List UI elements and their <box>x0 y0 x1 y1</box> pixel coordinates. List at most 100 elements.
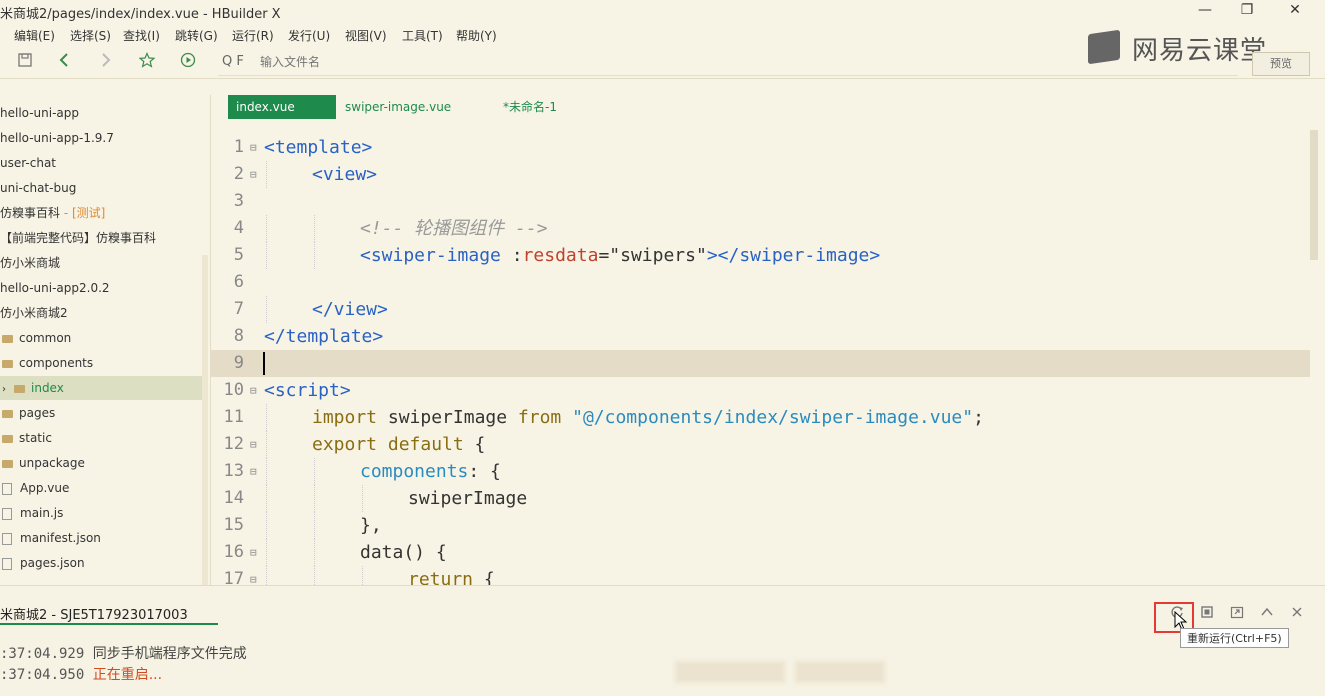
code-token: { <box>463 434 486 455</box>
code-line[interactable]: 15}, <box>210 512 1310 539</box>
tree-item-file[interactable]: pages.json <box>0 551 204 575</box>
log-line: :37:04.929 同步手机端程序文件完成 <box>0 643 247 663</box>
run-icon[interactable] <box>177 52 199 74</box>
folder-icon <box>2 334 13 343</box>
tree-item-file[interactable]: App.vue <box>0 476 204 500</box>
file-search-box[interactable]: Q F <box>218 51 1238 76</box>
code-line[interactable]: 2 ⊟ <view> <box>210 161 1310 188</box>
line-number: 3 <box>233 191 244 211</box>
back-icon[interactable] <box>54 52 76 74</box>
code-editor[interactable]: 1 ⊟ <template> 2 ⊟ <view> 3 4 <!-- 轮播图组件 --> 5 <sw… <box>210 130 1310 585</box>
code-line[interactable]: 5 <swiper-image :resdata="swipers"></swip… <box>210 242 1310 269</box>
file-search-input[interactable] <box>258 54 1062 70</box>
fold-toggle-icon[interactable]: ⊟ <box>250 566 257 585</box>
tree-item-folder[interactable]: pages <box>0 401 204 425</box>
code-line[interactable]: 4 <!-- 轮播图组件 --> <box>210 215 1310 242</box>
code-line[interactable]: 7 </view> <box>210 296 1310 323</box>
fold-toggle-icon[interactable]: ⊟ <box>250 134 257 161</box>
tree-item-label: 【前端完整代码】仿糗事百科 <box>0 231 157 245</box>
fold-toggle-icon[interactable]: ⊟ <box>250 458 257 485</box>
console-tab-underline <box>0 623 218 625</box>
console-tab[interactable]: 米商城2 - SJE5T17923017003 <box>0 604 188 623</box>
code-text: return { <box>408 566 495 585</box>
code-line[interactable]: 1 ⊟ <template> <box>210 134 1310 161</box>
chevron-right-icon[interactable]: › <box>2 384 6 395</box>
code-line[interactable]: 6 <box>210 269 1310 296</box>
sidebar-scrollbar[interactable] <box>202 255 208 585</box>
tree-item-project[interactable]: hello-uni-app-1.9.7 <box>0 126 202 150</box>
fold-toggle-icon[interactable]: ⊟ <box>250 431 257 458</box>
menu-find[interactable]: 查找(I) <box>123 27 160 44</box>
code-text: data() { <box>360 539 447 566</box>
code-token: import <box>312 407 378 428</box>
chevron-up-icon[interactable] <box>1258 605 1276 623</box>
code-text: }, <box>360 512 382 539</box>
preview-button[interactable]: 预览 <box>1252 52 1310 76</box>
indent-guide <box>314 485 315 512</box>
tree-item-project[interactable]: user-chat <box>0 151 202 175</box>
menu-tools[interactable]: 工具(T) <box>402 27 443 44</box>
line-number: 10 <box>223 380 244 400</box>
code-line[interactable]: 14 swiperImage <box>210 485 1310 512</box>
fold-toggle-icon[interactable]: ⊟ <box>250 539 257 566</box>
menu-view[interactable]: 视图(V) <box>345 27 387 44</box>
tree-item-label: main.js <box>20 506 64 520</box>
code-line[interactable]: 12 ⊟ export default { <box>210 431 1310 458</box>
fold-toggle-icon[interactable]: ⊟ <box>250 161 257 188</box>
log-text: 正在重启... <box>92 667 163 683</box>
toolbar: Q F <box>0 48 1325 79</box>
search-icon: Q F <box>222 54 244 69</box>
menu-select[interactable]: 选择(S) <box>70 27 111 44</box>
code-line[interactable]: 17 ⊟ return { <box>210 566 1310 585</box>
minimize-button[interactable]: — <box>1190 0 1220 22</box>
code-line[interactable]: 9 <box>210 350 1310 377</box>
tab-index-vue[interactable]: index.vue <box>228 95 336 119</box>
code-text: export default { <box>312 431 485 458</box>
tree-item-file[interactable]: main.js <box>0 501 204 525</box>
tab-swiper-image-vue[interactable]: swiper-image.vue <box>337 95 459 119</box>
editor-scrollbar[interactable] <box>1310 130 1318 260</box>
tree-item-label: uni-chat-bug <box>0 181 77 195</box>
close-panel-icon[interactable] <box>1288 605 1306 623</box>
code-line[interactable]: 8 </template> <box>210 323 1310 350</box>
code-line[interactable]: 13 ⊟ components: { <box>210 458 1310 485</box>
tree-item-folder[interactable]: static <box>0 426 204 450</box>
menu-goto[interactable]: 跳转(G) <box>175 27 218 44</box>
restore-button[interactable]: ❐ <box>1232 0 1262 22</box>
stop-icon[interactable] <box>1198 605 1216 623</box>
tree-item-project[interactable]: 【前端完整代码】仿糗事百科 <box>0 226 202 250</box>
code-text: </view> <box>312 296 388 323</box>
indent-guide <box>266 404 267 431</box>
tree-item-folder[interactable]: components <box>0 351 204 375</box>
forward-icon[interactable] <box>94 52 116 74</box>
tree-item-folder[interactable]: unpackage <box>0 451 204 475</box>
code-line[interactable]: 11 import swiperImage from "@/components/… <box>210 404 1310 431</box>
menu-edit[interactable]: 编辑(E) <box>14 27 55 44</box>
code-line[interactable]: 16 ⊟ data() { <box>210 539 1310 566</box>
tree-item-project[interactable]: uni-chat-bug <box>0 176 202 200</box>
close-window-button[interactable]: ✕ <box>1280 0 1310 22</box>
tree-item-project[interactable]: hello-uni-app <box>0 101 202 125</box>
tree-item-project[interactable]: 仿小米商城 <box>0 251 202 275</box>
code-text: <view> <box>312 161 377 188</box>
indent-guide <box>266 512 267 539</box>
indent-guide <box>266 161 267 188</box>
menu-publish[interactable]: 发行(U) <box>288 27 330 44</box>
code-token: swiperImage <box>377 407 518 428</box>
tree-item-folder[interactable]: common <box>0 326 204 350</box>
star-icon[interactable] <box>136 52 158 74</box>
fold-toggle-icon[interactable]: ⊟ <box>250 377 257 404</box>
tree-item-project[interactable]: hello-uni-app2.0.2 <box>0 276 202 300</box>
menu-help[interactable]: 帮助(Y) <box>456 27 497 44</box>
tree-item-project[interactable]: 仿糗事百科 - [测试] <box>0 201 202 225</box>
code-line[interactable]: 3 <box>210 188 1310 215</box>
code-line[interactable]: 10 ⊟ <script> <box>210 377 1310 404</box>
menu-run[interactable]: 运行(R) <box>232 27 274 44</box>
export-log-icon[interactable] <box>1228 605 1246 623</box>
tree-item-folder-selected[interactable]: › index <box>0 376 204 400</box>
tree-item-file[interactable]: manifest.json <box>0 526 204 550</box>
tree-item-project[interactable]: 仿小米商城2 <box>0 301 202 325</box>
tab-untitled-1[interactable]: *未命名-1 <box>495 95 565 119</box>
folder-icon <box>2 359 13 368</box>
save-icon[interactable] <box>14 52 36 74</box>
